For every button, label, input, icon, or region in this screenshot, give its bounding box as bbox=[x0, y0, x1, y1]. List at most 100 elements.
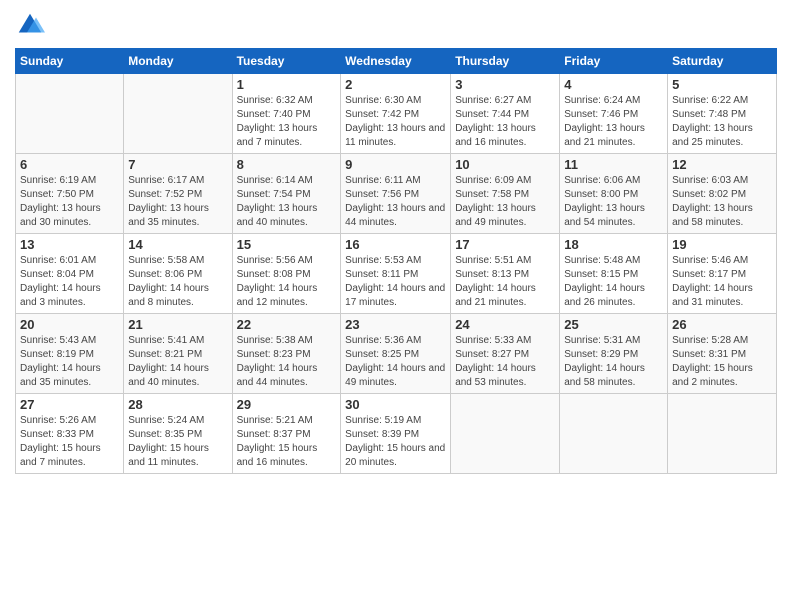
calendar-table: SundayMondayTuesdayWednesdayThursdayFrid… bbox=[15, 48, 777, 474]
calendar-day-cell: 23 Sunrise: 5:36 AMSunset: 8:25 PMDayligh… bbox=[341, 314, 451, 394]
calendar-day-cell: 2 Sunrise: 6:30 AMSunset: 7:42 PMDaylight… bbox=[341, 74, 451, 154]
calendar-day-cell bbox=[124, 74, 232, 154]
weekday-header: Monday bbox=[124, 49, 232, 74]
calendar-week-row: 13 Sunrise: 6:01 AMSunset: 8:04 PMDayligh… bbox=[16, 234, 777, 314]
day-number: 30 bbox=[345, 397, 446, 412]
day-info: Sunrise: 6:03 AMSunset: 8:02 PMDaylight:… bbox=[672, 174, 772, 230]
calendar-day-cell: 13 Sunrise: 6:01 AMSunset: 8:04 PMDayligh… bbox=[16, 234, 124, 314]
calendar-day-cell: 1 Sunrise: 6:32 AMSunset: 7:40 PMDaylight… bbox=[232, 74, 341, 154]
day-number: 22 bbox=[237, 317, 337, 332]
day-number: 29 bbox=[237, 397, 337, 412]
day-info: Sunrise: 5:19 AMSunset: 8:39 PMDaylight:… bbox=[345, 414, 446, 470]
calendar-day-cell: 14 Sunrise: 5:58 AMSunset: 8:06 PMDayligh… bbox=[124, 234, 232, 314]
day-info: Sunrise: 5:46 AMSunset: 8:17 PMDaylight:… bbox=[672, 254, 772, 310]
calendar-day-cell: 25 Sunrise: 5:31 AMSunset: 8:29 PMDayligh… bbox=[560, 314, 668, 394]
day-number: 9 bbox=[345, 157, 446, 172]
weekday-header: Thursday bbox=[451, 49, 560, 74]
day-info: Sunrise: 5:56 AMSunset: 8:08 PMDaylight:… bbox=[237, 254, 337, 310]
day-number: 7 bbox=[128, 157, 227, 172]
day-info: Sunrise: 6:24 AMSunset: 7:46 PMDaylight:… bbox=[564, 94, 663, 150]
calendar-day-cell: 30 Sunrise: 5:19 AMSunset: 8:39 PMDayligh… bbox=[341, 394, 451, 474]
day-number: 21 bbox=[128, 317, 227, 332]
day-info: Sunrise: 5:53 AMSunset: 8:11 PMDaylight:… bbox=[345, 254, 446, 310]
day-number: 23 bbox=[345, 317, 446, 332]
day-number: 18 bbox=[564, 237, 663, 252]
calendar-day-cell: 10 Sunrise: 6:09 AMSunset: 7:58 PMDayligh… bbox=[451, 154, 560, 234]
weekday-header: Wednesday bbox=[341, 49, 451, 74]
day-number: 2 bbox=[345, 77, 446, 92]
day-info: Sunrise: 6:22 AMSunset: 7:48 PMDaylight:… bbox=[672, 94, 772, 150]
calendar-day-cell: 3Sunrise: 6:27 AMSunset: 7:44 PMDaylight… bbox=[451, 74, 560, 154]
calendar-day-cell: 16 Sunrise: 5:53 AMSunset: 8:11 PMDayligh… bbox=[341, 234, 451, 314]
day-number: 20 bbox=[20, 317, 119, 332]
logo-icon bbox=[15, 10, 45, 40]
calendar-day-cell: 15 Sunrise: 5:56 AMSunset: 8:08 PMDayligh… bbox=[232, 234, 341, 314]
day-number: 16 bbox=[345, 237, 446, 252]
calendar-day-cell: 20 Sunrise: 5:43 AMSunset: 8:19 PMDayligh… bbox=[16, 314, 124, 394]
calendar-day-cell: 26Sunrise: 5:28 AMSunset: 8:31 PMDayligh… bbox=[668, 314, 777, 394]
day-info: Sunrise: 6:32 AMSunset: 7:40 PMDaylight:… bbox=[237, 94, 337, 150]
calendar-week-row: 20 Sunrise: 5:43 AMSunset: 8:19 PMDayligh… bbox=[16, 314, 777, 394]
day-info: Sunrise: 5:58 AMSunset: 8:06 PMDaylight:… bbox=[128, 254, 227, 310]
day-info: Sunrise: 6:09 AMSunset: 7:58 PMDaylight:… bbox=[455, 174, 555, 230]
calendar-week-row: 1 Sunrise: 6:32 AMSunset: 7:40 PMDaylight… bbox=[16, 74, 777, 154]
day-info: Sunrise: 6:14 AMSunset: 7:54 PMDaylight:… bbox=[237, 174, 337, 230]
calendar-day-cell: 4 Sunrise: 6:24 AMSunset: 7:46 PMDaylight… bbox=[560, 74, 668, 154]
day-info: Sunrise: 5:28 AMSunset: 8:31 PMDaylight:… bbox=[672, 334, 772, 390]
day-info: Sunrise: 6:27 AMSunset: 7:44 PMDaylight:… bbox=[455, 94, 555, 150]
day-number: 24 bbox=[455, 317, 555, 332]
day-info: Sunrise: 5:48 AMSunset: 8:15 PMDaylight:… bbox=[564, 254, 663, 310]
day-info: Sunrise: 5:43 AMSunset: 8:19 PMDaylight:… bbox=[20, 334, 119, 390]
day-info: Sunrise: 5:24 AMSunset: 8:35 PMDaylight:… bbox=[128, 414, 227, 470]
day-number: 5 bbox=[672, 77, 772, 92]
calendar-day-cell: 21 Sunrise: 5:41 AMSunset: 8:21 PMDayligh… bbox=[124, 314, 232, 394]
calendar-day-cell: 11 Sunrise: 6:06 AMSunset: 8:00 PMDayligh… bbox=[560, 154, 668, 234]
day-number: 4 bbox=[564, 77, 663, 92]
day-number: 12 bbox=[672, 157, 772, 172]
calendar-day-cell bbox=[451, 394, 560, 474]
day-info: Sunrise: 5:38 AMSunset: 8:23 PMDaylight:… bbox=[237, 334, 337, 390]
calendar-day-cell bbox=[668, 394, 777, 474]
day-info: Sunrise: 6:01 AMSunset: 8:04 PMDaylight:… bbox=[20, 254, 119, 310]
day-number: 28 bbox=[128, 397, 227, 412]
calendar-day-cell bbox=[16, 74, 124, 154]
calendar-day-cell: 19 Sunrise: 5:46 AMSunset: 8:17 PMDayligh… bbox=[668, 234, 777, 314]
calendar-week-row: 6 Sunrise: 6:19 AMSunset: 7:50 PMDaylight… bbox=[16, 154, 777, 234]
day-number: 6 bbox=[20, 157, 119, 172]
day-info: Sunrise: 6:11 AMSunset: 7:56 PMDaylight:… bbox=[345, 174, 446, 230]
day-info: Sunrise: 5:31 AMSunset: 8:29 PMDaylight:… bbox=[564, 334, 663, 390]
calendar-day-cell: 29 Sunrise: 5:21 AMSunset: 8:37 PMDayligh… bbox=[232, 394, 341, 474]
calendar-day-cell: 24Sunrise: 5:33 AMSunset: 8:27 PMDayligh… bbox=[451, 314, 560, 394]
calendar-day-cell: 9 Sunrise: 6:11 AMSunset: 7:56 PMDaylight… bbox=[341, 154, 451, 234]
calendar-day-cell: 7Sunrise: 6:17 AMSunset: 7:52 PMDaylight… bbox=[124, 154, 232, 234]
day-number: 15 bbox=[237, 237, 337, 252]
day-number: 19 bbox=[672, 237, 772, 252]
day-number: 25 bbox=[564, 317, 663, 332]
day-number: 1 bbox=[237, 77, 337, 92]
day-info: Sunrise: 5:36 AMSunset: 8:25 PMDaylight:… bbox=[345, 334, 446, 390]
day-number: 10 bbox=[455, 157, 555, 172]
day-number: 14 bbox=[128, 237, 227, 252]
day-number: 13 bbox=[20, 237, 119, 252]
day-number: 27 bbox=[20, 397, 119, 412]
weekday-header: Sunday bbox=[16, 49, 124, 74]
weekday-header: Friday bbox=[560, 49, 668, 74]
day-info: Sunrise: 6:30 AMSunset: 7:42 PMDaylight:… bbox=[345, 94, 446, 150]
day-info: Sunrise: 5:26 AMSunset: 8:33 PMDaylight:… bbox=[20, 414, 119, 470]
day-info: Sunrise: 6:06 AMSunset: 8:00 PMDaylight:… bbox=[564, 174, 663, 230]
calendar-day-cell: 22 Sunrise: 5:38 AMSunset: 8:23 PMDayligh… bbox=[232, 314, 341, 394]
calendar-day-cell: 18 Sunrise: 5:48 AMSunset: 8:15 PMDayligh… bbox=[560, 234, 668, 314]
calendar-day-cell: 28 Sunrise: 5:24 AMSunset: 8:35 PMDayligh… bbox=[124, 394, 232, 474]
day-info: Sunrise: 5:51 AMSunset: 8:13 PMDaylight:… bbox=[455, 254, 555, 310]
weekday-header: Saturday bbox=[668, 49, 777, 74]
weekday-header: Tuesday bbox=[232, 49, 341, 74]
day-info: Sunrise: 6:19 AMSunset: 7:50 PMDaylight:… bbox=[20, 174, 119, 230]
day-info: Sunrise: 5:41 AMSunset: 8:21 PMDaylight:… bbox=[128, 334, 227, 390]
day-number: 8 bbox=[237, 157, 337, 172]
day-info: Sunrise: 5:21 AMSunset: 8:37 PMDaylight:… bbox=[237, 414, 337, 470]
header bbox=[15, 10, 777, 40]
calendar-day-cell: 27 Sunrise: 5:26 AMSunset: 8:33 PMDayligh… bbox=[16, 394, 124, 474]
logo bbox=[15, 10, 49, 40]
calendar-day-cell: 6 Sunrise: 6:19 AMSunset: 7:50 PMDaylight… bbox=[16, 154, 124, 234]
day-number: 11 bbox=[564, 157, 663, 172]
